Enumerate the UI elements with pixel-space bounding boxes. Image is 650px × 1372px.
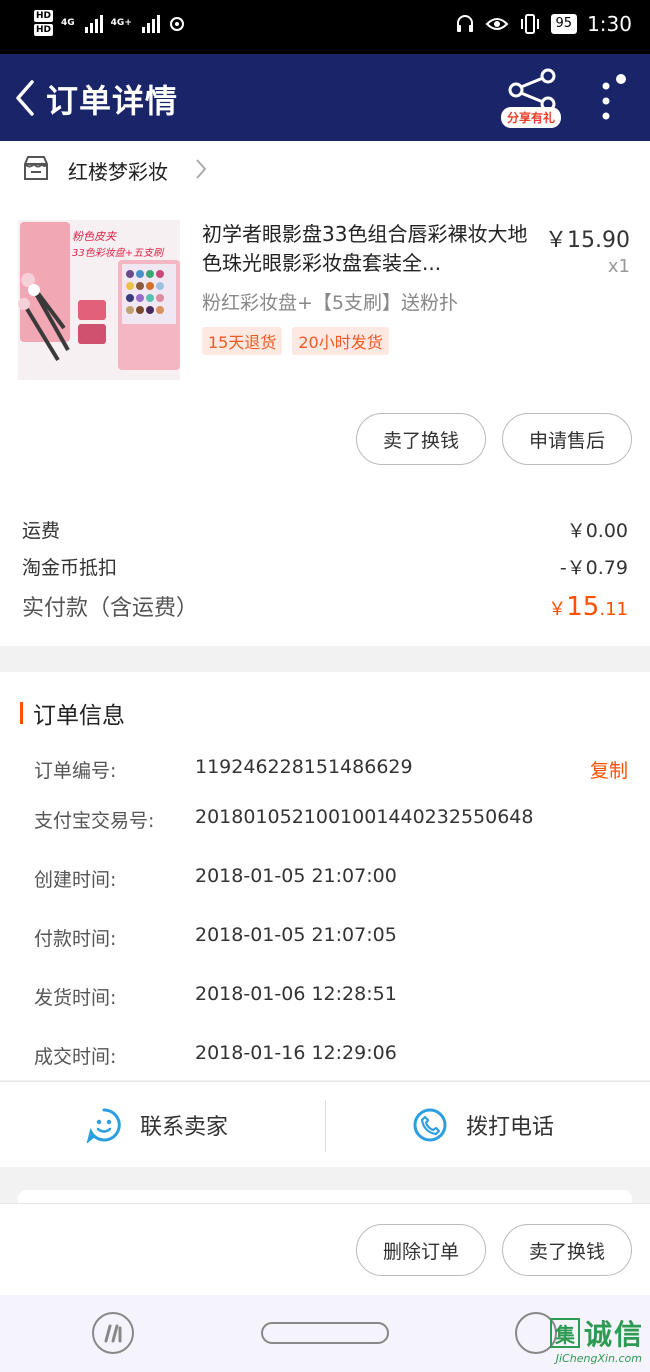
info-value: 2018-01-06 12:28:51 [195, 983, 397, 1005]
headphone-icon [456, 15, 473, 32]
eye-icon [485, 18, 508, 30]
info-label: 创建时间: [34, 869, 117, 891]
coin-value: -￥0.79 [559, 557, 628, 579]
chat-icon [86, 1108, 121, 1143]
order-info-header: 订单信息 [20, 696, 125, 730]
vibrate-icon [520, 14, 539, 34]
order-info: 订单信息 订单编号: 119246228151486629 复制 支付宝交易号:… [0, 672, 650, 1080]
resell-button-bottom[interactable]: 卖了换钱 [502, 1224, 632, 1276]
chevron-right-icon [196, 159, 207, 179]
info-label: 支付宝交易号: [34, 810, 155, 832]
product-thumbnail[interactable]: 粉色皮夹 33色彩妆盘+五支刷 [18, 220, 180, 380]
network-type: 4G [61, 18, 75, 28]
tag-shipping: 20小时发货 [292, 327, 389, 355]
info-value: 2018010521001001440232550648 [195, 806, 534, 828]
paid-value: ￥15.11 [548, 592, 628, 622]
hotspot-icon [169, 17, 184, 31]
order-info-title: 订单信息 [33, 703, 125, 729]
system-nav-bar: 集 诚信 JiChengXin.com [0, 1295, 650, 1372]
copy-button[interactable]: 复制 [590, 756, 628, 783]
hd-indicator: HD HD [34, 10, 54, 36]
resell-button[interactable]: 卖了换钱 [356, 413, 486, 465]
page-title: 订单详情 [46, 82, 179, 120]
item-sku: 粉红彩妆盘+【5支刷】送粉扑 [202, 292, 459, 314]
info-value: 119246228151486629 [195, 756, 413, 778]
back-icon[interactable] [12, 78, 42, 118]
item-title[interactable]: 初学者眼影盘33色组合唇彩裸妆大地色珠光眼影彩妆盘套装全... [202, 220, 540, 278]
nav-bar: 订单详情 分享有礼 [0, 54, 650, 141]
paid-decimal: .11 [599, 599, 628, 620]
accent-bar [20, 702, 23, 724]
thumb-caption: 33色彩妆盘+五支刷 [72, 248, 164, 259]
home-key[interactable] [261, 1322, 389, 1344]
coin-row: 淘金币抵扣 -￥0.79 [22, 553, 628, 580]
signal-icon [141, 13, 160, 33]
info-label: 发货时间: [34, 987, 117, 1009]
delete-order-button[interactable]: 删除订单 [356, 1224, 486, 1276]
clock: 1:30 [587, 12, 632, 36]
call-label: 拨打电话 [466, 1115, 555, 1140]
status-bar: HD HD 4G 4G+ 95 1:30 [0, 0, 650, 54]
share-badge: 分享有礼 [501, 107, 562, 128]
next-card-edge [18, 1190, 632, 1204]
contact-seller-label: 联系卖家 [140, 1115, 229, 1140]
network-type: 4G+ [110, 18, 132, 28]
contact-bar: 联系卖家 拨打电话 [0, 1081, 650, 1167]
phone-icon [413, 1108, 447, 1142]
aftersale-button[interactable]: 申请售后 [502, 413, 632, 465]
share-icon [508, 68, 556, 112]
paid-currency: ￥ [548, 599, 567, 620]
bottom-action-bar: 删除订单 卖了换钱 [0, 1203, 650, 1295]
ai-icon [104, 1324, 122, 1343]
info-value: 2018-01-05 21:07:05 [195, 924, 397, 946]
item-price: ￥15.90 [545, 228, 630, 253]
watermark-logo: 集 [549, 1318, 580, 1348]
paid-row: 实付款（含运费） ￥15.11 [22, 590, 628, 622]
store-icon [24, 156, 48, 180]
shop-name: 红楼梦彩妆 [68, 160, 168, 184]
shipping-label: 运费 [22, 520, 61, 542]
info-value: 2018-01-16 12:29:06 [195, 1042, 397, 1064]
info-label: 成交时间: [34, 1046, 117, 1068]
shipping-row: 运费 ￥0.00 [22, 516, 628, 543]
paid-integer: 15 [566, 592, 600, 622]
call-button[interactable]: 拨打电话 [412, 1082, 554, 1168]
divider [325, 1100, 326, 1152]
coin-label: 淘金币抵扣 [22, 557, 118, 579]
item-quantity: x1 [607, 256, 630, 277]
paid-label: 实付款（含运费） [22, 596, 199, 621]
contact-seller-button[interactable]: 联系卖家 [86, 1082, 228, 1168]
shipping-value: ￥0.00 [566, 520, 628, 542]
signal-icon [84, 13, 103, 33]
battery-icon: 95 [550, 14, 578, 34]
share-button[interactable]: 分享有礼 [500, 68, 564, 128]
watermark-url: JiChengXin.com [555, 1352, 642, 1365]
order-item: 粉色皮夹 33色彩妆盘+五支刷 初学者眼影盘33色组合唇彩裸妆大地色珠光眼影彩妆… [0, 196, 650, 646]
more-icon[interactable] [596, 74, 636, 124]
watermark-text: 诚信 [583, 1318, 644, 1351]
hd-label: HD [34, 24, 54, 36]
thumb-caption: 粉色皮夹 [72, 230, 116, 243]
info-value: 2018-01-05 21:07:00 [195, 865, 397, 887]
info-label: 订单编号: [34, 760, 117, 782]
shop-row[interactable]: 红楼梦彩妆 [0, 141, 650, 196]
assistant-key-icon[interactable] [92, 1312, 134, 1354]
item-tags: 15天退货 20小时发货 [202, 327, 389, 355]
info-label: 付款时间: [34, 928, 117, 950]
tag-return: 15天退货 [202, 327, 283, 355]
watermark: 集 诚信 [549, 1313, 644, 1353]
hd-label: HD [34, 10, 54, 22]
